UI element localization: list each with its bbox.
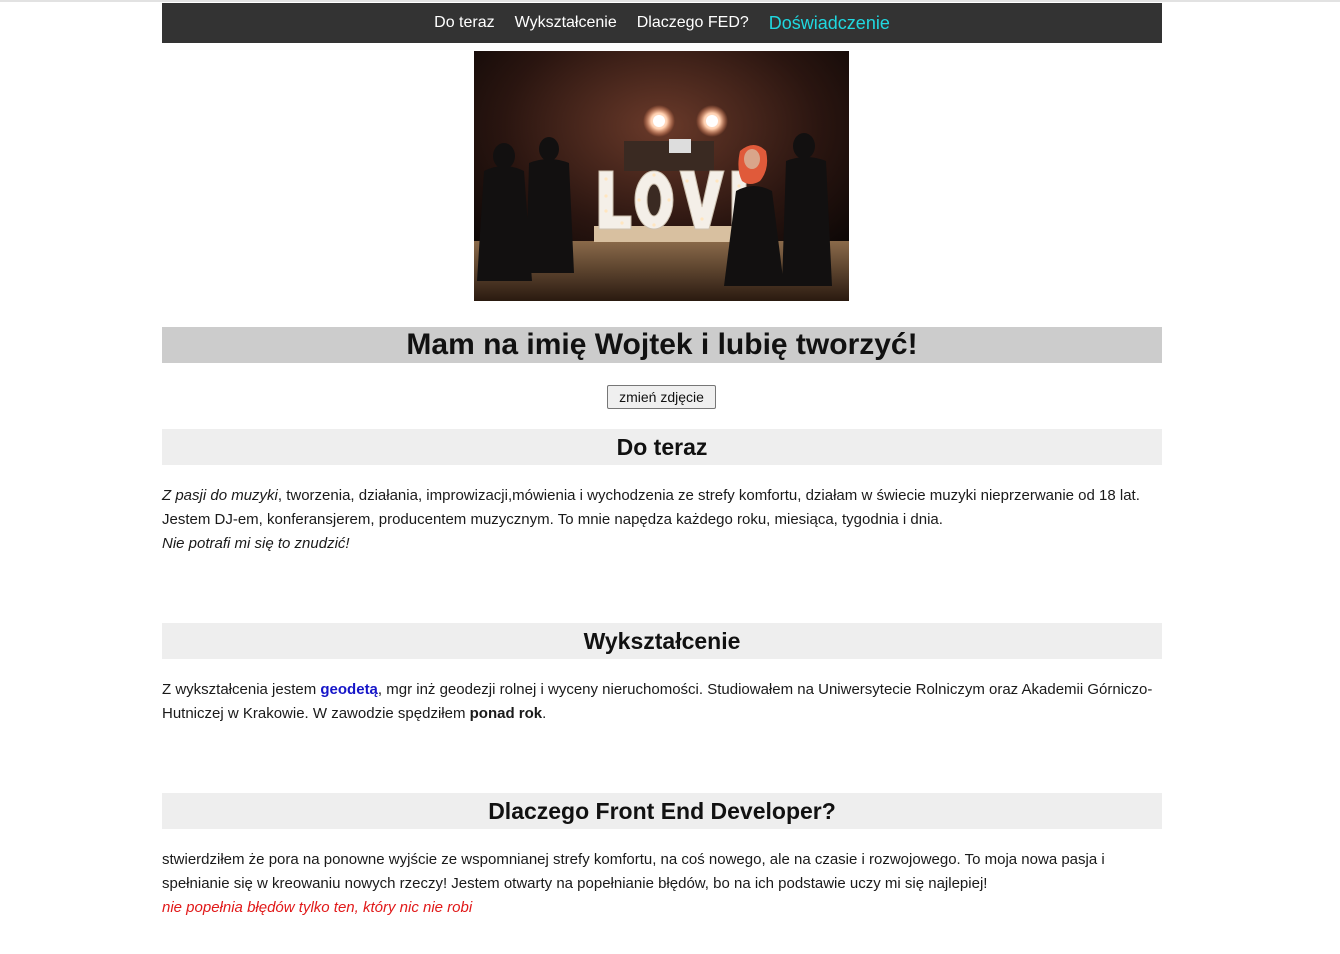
section-title-do-teraz: Do teraz <box>162 429 1162 465</box>
section-text-dlaczego: stwierdziłem że pora na ponowne wyjście … <box>162 848 1162 920</box>
highlight-geodeta: geodetą <box>320 681 378 698</box>
photo-dj-stage-love-letters <box>474 51 849 301</box>
body-text: . <box>542 705 547 722</box>
bold-ponad-rok: ponad rok <box>469 705 543 722</box>
nav-item-dlaczego-fed[interactable]: Dlaczego FED? <box>637 14 749 32</box>
italic-intro: Z pasji do muzyki <box>162 487 278 504</box>
section-text-wyksztalcenie: Z wykształcenia jestem geodetą, mgr inż … <box>162 678 1162 726</box>
italic-outro: Nie potrafi mi się to znudzić! <box>162 535 350 552</box>
top-navbar: Do teraz Wykształcenie Dlaczego FED? Doś… <box>162 3 1162 43</box>
quote-text: nie popełnia błędów tylko ten, który nic… <box>162 899 473 916</box>
nav-item-do-teraz[interactable]: Do teraz <box>434 14 494 32</box>
section-title-wyksztalcenie: Wykształcenie <box>162 623 1162 659</box>
nav-item-wyksztalcenie[interactable]: Wykształcenie <box>515 14 617 32</box>
body-text: Z wykształcenia jestem <box>162 681 321 698</box>
profile-photo <box>474 51 849 301</box>
nav-item-doswiadczenie[interactable]: Doświadczenie <box>769 13 890 34</box>
section-title-dlaczego: Dlaczego Front End Developer? <box>162 793 1162 829</box>
page-title: Mam na imię Wojtek i lubię tworzyć! <box>162 327 1162 363</box>
change-photo-button[interactable]: zmień zdjęcie <box>607 385 716 409</box>
section-text-do-teraz: Z pasji do muzyki, tworzenia, działania,… <box>162 484 1162 556</box>
body-text: stwierdziłem że pora na ponowne wyjście … <box>162 851 1105 892</box>
body-text: , tworzenia, działania, improwizacji,mów… <box>162 487 1140 528</box>
top-border <box>0 0 1340 2</box>
